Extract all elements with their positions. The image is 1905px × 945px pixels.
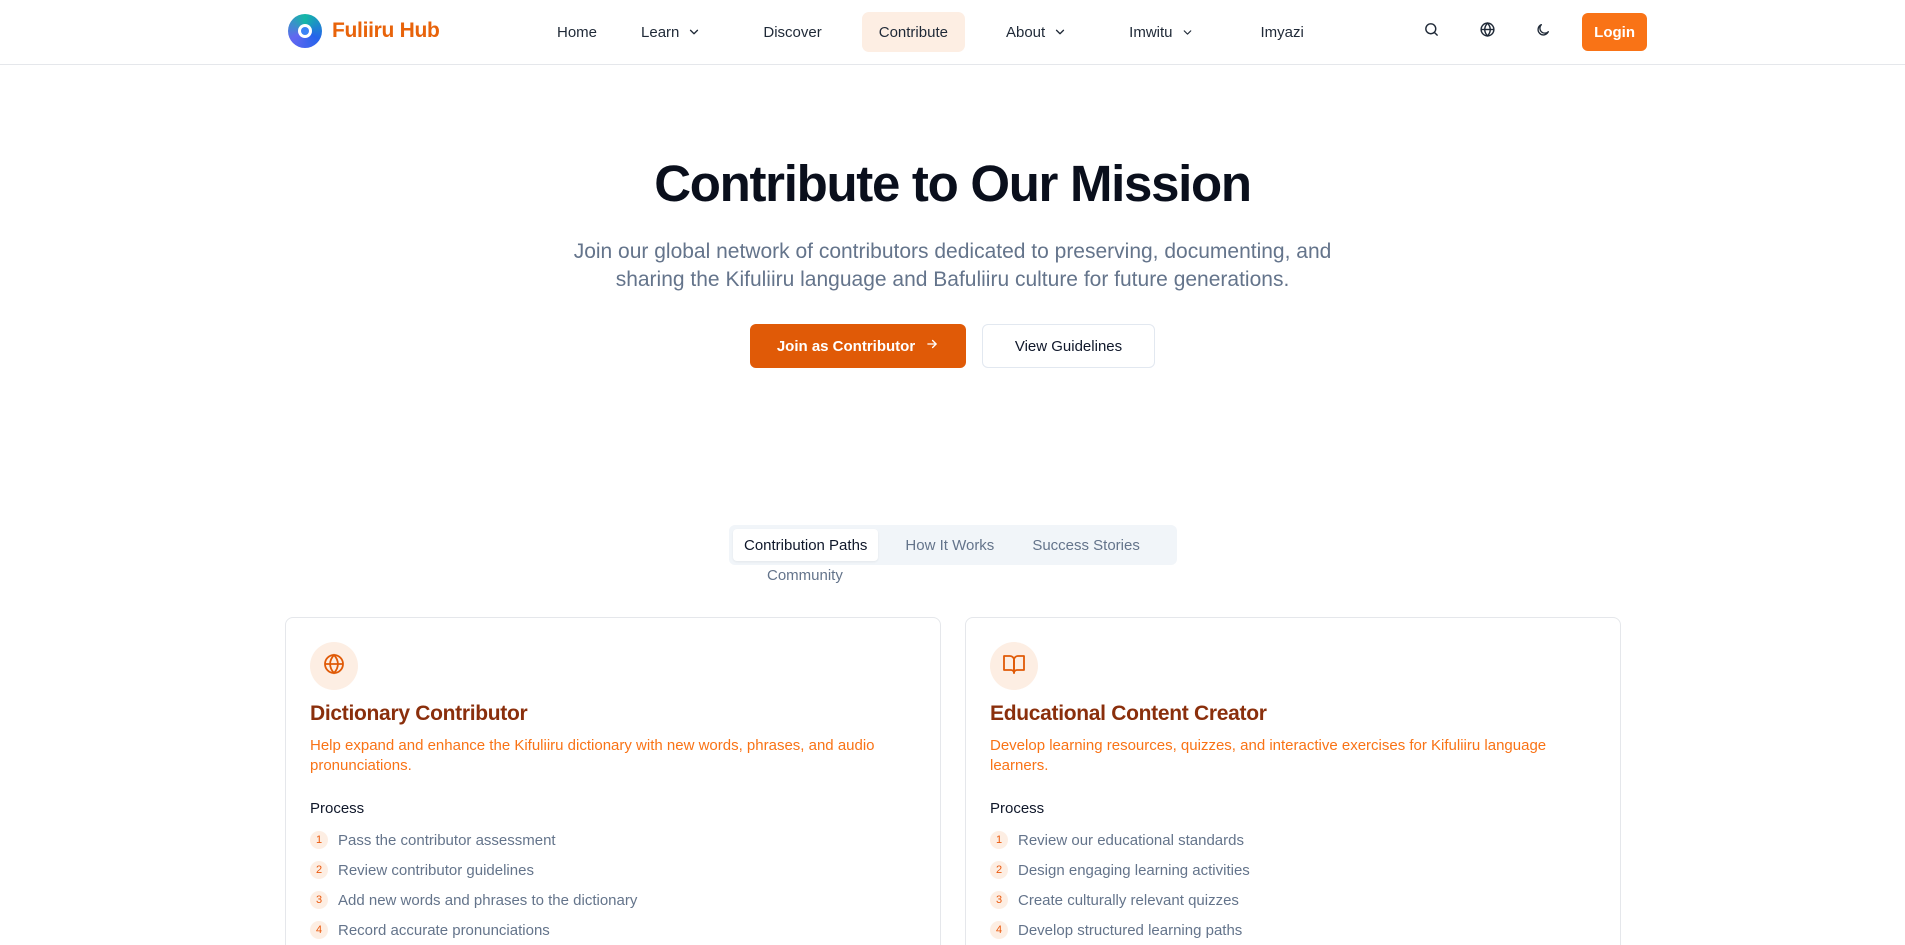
list-item: 4 Develop structured learning paths	[990, 915, 1596, 945]
hero-section: Contribute to Our Mission Join our globa…	[0, 150, 1905, 368]
search-icon	[1423, 21, 1440, 43]
tab-how-it-works[interactable]: How It Works	[894, 529, 1005, 561]
main-nav: Home Learn Discover Contribute About Imw…	[540, 12, 1321, 52]
nav-contribute-label: Contribute	[878, 23, 948, 41]
step-number: 3	[310, 891, 328, 909]
hero-actions: Join as Contributor View Guidelines	[0, 324, 1905, 368]
join-as-contributor-button[interactable]: Join as Contributor	[750, 324, 966, 368]
header-actions: Login	[1412, 13, 1647, 51]
top-nav-bar: Fuliiru Hub Home Learn Discover Contribu…	[0, 0, 1905, 65]
tab-contribution-paths[interactable]: Contribution Paths	[733, 529, 879, 561]
moon-icon	[1535, 22, 1551, 43]
hero-subtitle: Join our global network of contributors …	[573, 240, 1332, 291]
join-button-label: Join as Contributor	[776, 337, 916, 355]
guidelines-button-label: View Guidelines	[1014, 337, 1123, 355]
nav-discover[interactable]: Discover	[746, 12, 838, 52]
globe-icon	[322, 652, 346, 681]
step-text: Review our educational standards	[1018, 831, 1244, 849]
step-number: 1	[990, 831, 1008, 849]
nav-contribute[interactable]: Contribute	[861, 12, 965, 52]
nav-learn-label: Learn	[641, 23, 680, 41]
step-text: Develop structured learning paths	[1018, 921, 1243, 939]
search-button[interactable]	[1412, 13, 1450, 51]
step-text: Review contributor guidelines	[338, 861, 534, 879]
step-number: 2	[310, 861, 328, 879]
tab-success-stories[interactable]: Success Stories	[1021, 529, 1151, 561]
list-item: 4 Record accurate pronunciations	[310, 915, 916, 945]
card-description: Help expand and enhance the Kifuliiru di…	[310, 737, 875, 774]
chevron-down-icon	[685, 23, 703, 41]
tab-community[interactable]: Community	[767, 567, 843, 584]
card-icon-badge	[310, 642, 358, 690]
theme-toggle-button[interactable]	[1524, 13, 1562, 51]
step-text: Record accurate pronunciations	[338, 921, 550, 939]
login-button[interactable]: Login	[1582, 13, 1647, 51]
process-steps: 1 Pass the contributor assessment 2 Review…	[310, 825, 916, 945]
nav-home[interactable]: Home	[540, 12, 614, 52]
nav-about[interactable]: About	[989, 12, 1086, 52]
nav-imwitu[interactable]: Imwitu	[1112, 12, 1213, 52]
arrow-right-icon	[925, 337, 939, 355]
list-item: 1 Review our educational standards	[990, 825, 1596, 855]
process-heading: Process	[990, 800, 1045, 817]
contribution-path-card: Dictionary Contributor Help expand and e…	[285, 617, 941, 945]
book-open-icon	[1002, 652, 1026, 681]
step-number: 1	[310, 831, 328, 849]
step-number: 4	[310, 921, 328, 939]
step-number: 4	[990, 921, 1008, 939]
step-number: 3	[990, 891, 1008, 909]
card-title: Educational Content Creator	[990, 702, 1267, 725]
list-item: 3 Create culturally relevant quizzes	[990, 885, 1596, 915]
step-text: Create culturally relevant quizzes	[1018, 891, 1239, 909]
language-button[interactable]	[1468, 13, 1506, 51]
card-icon-badge	[990, 642, 1038, 690]
list-item: 3 Add new words and phrases to the dictio…	[310, 885, 916, 915]
list-item: 2 Design engaging learning activities	[990, 855, 1596, 885]
chevron-down-icon	[1179, 23, 1197, 41]
view-guidelines-button[interactable]: View Guidelines	[982, 324, 1155, 368]
card-title: Dictionary Contributor	[310, 702, 528, 725]
logo-icon	[288, 14, 322, 48]
step-text: Pass the contributor assessment	[338, 831, 556, 849]
nav-about-label: About	[1005, 23, 1046, 41]
chevron-down-icon	[1051, 23, 1069, 41]
globe-icon	[1479, 21, 1496, 43]
nav-home-label: Home	[557, 23, 598, 41]
nav-imyazi-label: Imyazi	[1260, 23, 1304, 41]
list-item: 1 Pass the contributor assessment	[310, 825, 916, 855]
process-heading: Process	[310, 800, 365, 817]
nav-imwitu-label: Imwitu	[1129, 23, 1173, 41]
process-steps: 1 Review our educational standards 2 Desig…	[990, 825, 1596, 945]
brand-name: Fuliiru Hub	[332, 19, 440, 42]
card-description: Develop learning resources, quizzes, and…	[990, 737, 1547, 774]
contribution-path-card: Educational Content Creator Develop lear…	[965, 617, 1621, 945]
nav-learn[interactable]: Learn	[624, 12, 720, 52]
page-title: Contribute to Our Mission	[654, 155, 1252, 212]
step-text: Design engaging learning activities	[1018, 861, 1250, 879]
contribution-tabs: Contribution Paths How It Works Success …	[729, 525, 1177, 565]
list-item: 2 Review contributor guidelines	[310, 855, 916, 885]
step-number: 2	[990, 861, 1008, 879]
step-text: Add new words and phrases to the diction…	[338, 891, 638, 909]
nav-imyazi[interactable]: Imyazi	[1244, 12, 1321, 52]
nav-discover-label: Discover	[763, 23, 822, 41]
brand-logo[interactable]: Fuliiru Hub	[288, 14, 440, 48]
